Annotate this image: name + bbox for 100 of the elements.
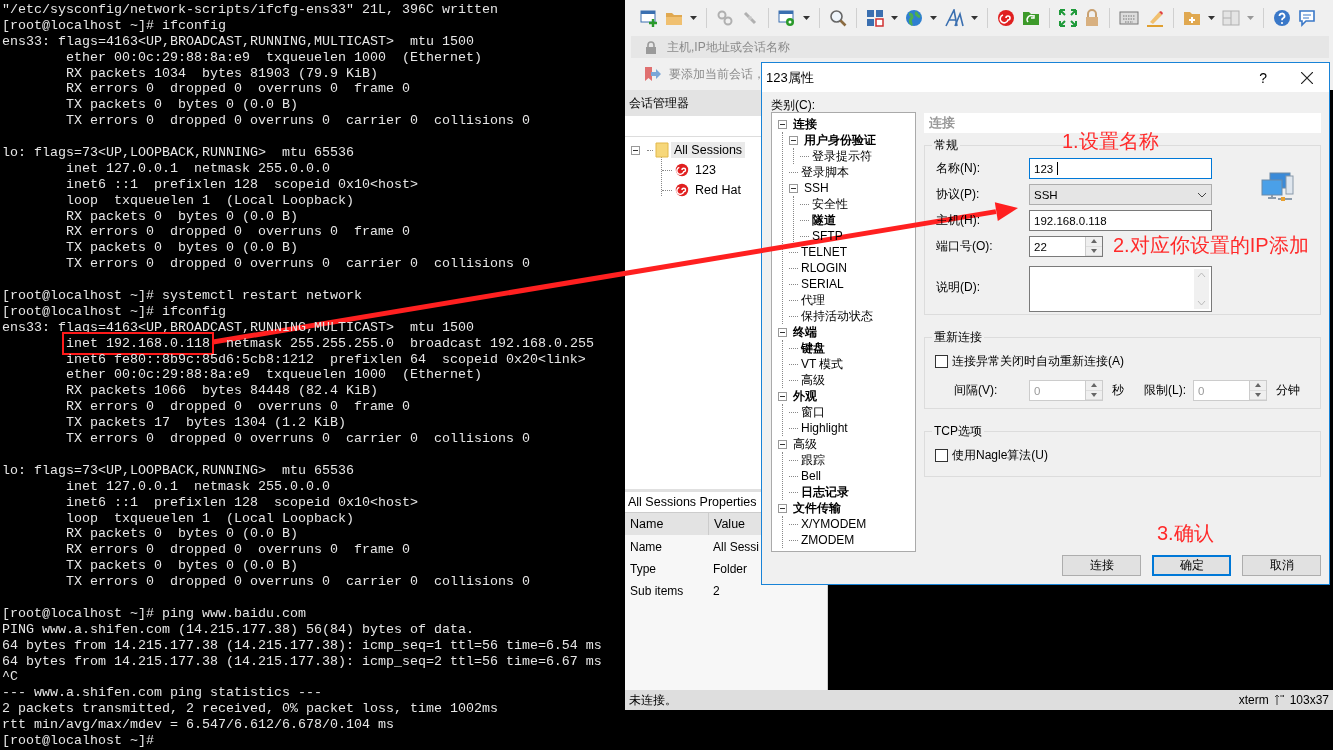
checkbox-option[interactable]: 使用Nagle算法(U) (935, 447, 1310, 464)
collapse-toggle[interactable] (778, 503, 787, 513)
bookmark-arrow-icon[interactable] (643, 66, 661, 82)
fullscreen-icon[interactable] (1059, 9, 1077, 27)
chevron-down-icon (1197, 191, 1207, 198)
terminal-line: rtt min/avg/max/mdev = 6.547/6.612/6.678/0.104 ms (2, 717, 395, 733)
group-title: 重新连接 (933, 329, 983, 346)
category-item[interactable]: 登录脚本 (800, 163, 850, 181)
field-label: 名称(N): (935, 160, 981, 177)
terminal-line: [root@localhost ~]# ifconfig (2, 17, 227, 34)
annotation-overlay: 3.确认 (1157, 521, 1214, 546)
terminal-line: ^C (2, 669, 19, 686)
address-bar[interactable]: 主机,IP地址或会话名称 (631, 36, 1329, 58)
dialog-button[interactable]: 确定 (1152, 555, 1231, 576)
text-field[interactable]: 123 (1029, 158, 1212, 179)
session-item[interactable]: Red Hat (692, 182, 744, 198)
collapse-toggle[interactable] (631, 145, 640, 155)
session-item[interactable]: All Sessions (671, 142, 746, 158)
checkbox-option[interactable]: 连接异常关闭时自动重新连接(A) (935, 353, 1310, 370)
spiral-icon[interactable] (997, 9, 1015, 27)
category-item[interactable]: TELNET (800, 245, 848, 259)
group-title: 常规 (933, 137, 959, 154)
text-field[interactable]: 192.168.0.118 (1029, 210, 1212, 231)
group-title: TCP选项 (933, 423, 983, 440)
terminal-line: [root@localhost ~]# (2, 732, 155, 749)
category-item[interactable]: Highlight (800, 421, 849, 435)
caret-icon[interactable] (690, 16, 697, 20)
globe-icon[interactable] (905, 9, 923, 27)
category-item[interactable]: 高级 (792, 435, 818, 453)
caret-icon[interactable] (971, 16, 978, 20)
table-cell-text: Name (629, 539, 663, 554)
dialog-title: 123属性 (766, 68, 814, 87)
category-item[interactable]: 隧道 (811, 211, 837, 229)
terminal-line: TX packets 0 bytes 0 (0.0 B) (65, 240, 299, 257)
category-item[interactable]: 安全性 (811, 195, 849, 213)
protocol-dropdown[interactable]: SSH (1029, 184, 1212, 205)
help-icon[interactable] (1273, 9, 1291, 27)
terminal-line: --- www.a.shifen.com ping statistics --- (2, 685, 323, 702)
status-text: xterm (1238, 693, 1269, 707)
category-item[interactable]: SERIAL (800, 277, 845, 291)
caret-icon[interactable] (930, 16, 937, 20)
close-icon[interactable] (1301, 71, 1313, 84)
spiral-icon (674, 182, 690, 198)
new-window-icon[interactable] (640, 9, 658, 27)
collapse-toggle[interactable] (778, 119, 787, 129)
category-item[interactable]: ZMODEM (800, 533, 856, 547)
category-item[interactable]: RLOGIN (800, 261, 848, 275)
collapse-toggle[interactable] (778, 391, 787, 401)
field-label: 限制(L): (1144, 382, 1187, 399)
lock-icon (645, 40, 657, 54)
category-item[interactable]: 窗口 (800, 403, 826, 421)
windows-icon[interactable] (866, 9, 884, 27)
chat-icon[interactable] (1298, 9, 1316, 27)
category-item[interactable]: 保持活动状态 (800, 307, 874, 325)
resize-icon (1274, 694, 1284, 706)
column-header[interactable]: Name (625, 513, 709, 535)
collapse-toggle[interactable] (778, 439, 787, 449)
terminal-line: [root@localhost ~]# ifconfig (2, 303, 227, 320)
dialog-button[interactable]: 取消 (1242, 555, 1321, 576)
table-cell-text: Type (629, 561, 657, 576)
terminal-line: 64 bytes from 14.215.177.38 (14.215.177.38): icmp_seq=1 ttl=56 time=6.54 ms (2, 637, 603, 654)
collapse-toggle[interactable] (789, 183, 798, 193)
terminal-line: RX errors 0 dropped 0 overruns 0 frame 0 (65, 224, 411, 241)
collapse-toggle[interactable] (778, 327, 787, 337)
category-item[interactable]: 代理 (800, 291, 826, 309)
category-item[interactable]: SSH (803, 181, 830, 195)
terminal-line: 64 bytes from 14.215.177.38 (14.215.177.38): icmp_seq=2 ttl=56 time=6.67 ms (2, 653, 603, 670)
category-item[interactable]: VT 模式 (800, 355, 845, 373)
font-icon[interactable] (944, 9, 964, 27)
caret-icon[interactable] (1208, 16, 1215, 20)
session-item[interactable]: 123 (692, 162, 719, 178)
category-item[interactable]: 外观 (792, 387, 818, 405)
search-icon[interactable] (829, 9, 847, 27)
category-item[interactable]: 键盘 (800, 339, 826, 357)
category-item[interactable]: 跟踪 (800, 451, 826, 469)
spiral-icon (674, 162, 690, 178)
terminal-line: inet6 ::1 prefixlen 128 scopeid 0x10<host> (65, 176, 419, 193)
category-item[interactable]: 终端 (792, 323, 818, 341)
number-spinner[interactable]: 22 (1029, 236, 1103, 257)
category-item[interactable]: X/YMODEM (800, 517, 868, 531)
folder-transfer-icon[interactable] (1022, 10, 1040, 26)
terminal-line: inet6 ::1 prefixlen 128 scopeid 0x10<host> (65, 494, 419, 511)
caret-icon[interactable] (891, 16, 898, 20)
help-button[interactable]: ? (1259, 69, 1267, 86)
terminal-line: [root@localhost ~]# systemctl restart network (2, 288, 363, 304)
terminal-line: ens33: flags=4163<UP,BROADCAST,RUNNING,MULTICAST> mtu 1500 (2, 33, 475, 50)
dialog-button[interactable]: 连接 (1062, 555, 1141, 576)
terminal-line: PING www.a.shifen.com (14.215.177.38) 56(84) bytes of data. (2, 621, 475, 638)
address-field[interactable]: 主机,IP地址或会话名称 (665, 39, 1329, 55)
category-item[interactable]: 高级 (800, 371, 826, 389)
category-item[interactable]: 连接 (792, 115, 818, 133)
window-gear-icon[interactable] (778, 9, 796, 27)
terminal-line: ether 00:0c:29:88:8a:e9 txqueuelen 1000 (Ethernet) (65, 367, 483, 384)
terminal-line: RX packets 0 bytes 0 (0.0 B) (65, 208, 299, 225)
category-item[interactable]: Bell (800, 469, 822, 483)
collapse-toggle[interactable] (789, 135, 798, 145)
field-label: 协议(P): (935, 186, 981, 203)
category-item[interactable]: 登录提示符 (811, 147, 873, 165)
caret-icon[interactable] (803, 16, 810, 20)
category-item[interactable]: 用户身份验证 (803, 131, 877, 149)
